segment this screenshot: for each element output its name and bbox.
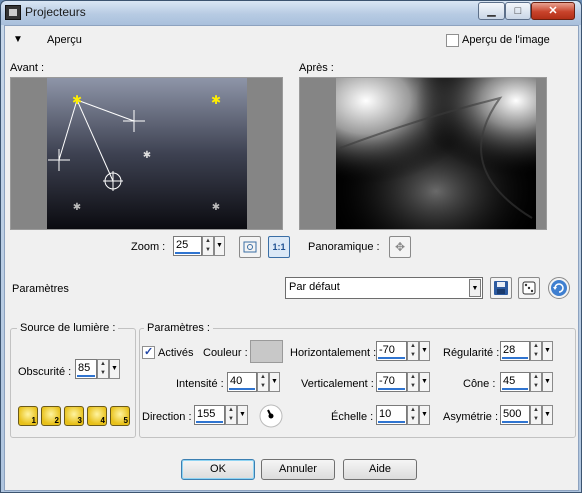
horizontal-stepper[interactable]: ▲ ▼ bbox=[407, 341, 419, 361]
light-icon: ✱ bbox=[211, 93, 221, 107]
darkness-dropdown-arrow[interactable]: ▼ bbox=[109, 359, 120, 379]
pan-icon[interactable]: ✥ bbox=[389, 236, 411, 258]
active-label[interactable]: Activés bbox=[158, 347, 193, 359]
light-preset-4-icon[interactable]: 4 bbox=[87, 406, 107, 426]
regularity-input[interactable]: 28 bbox=[500, 341, 530, 361]
pan-label: Panoramique : bbox=[308, 241, 380, 253]
direction-dial-icon[interactable] bbox=[259, 404, 283, 428]
asymmetry-label: Asymétrie : bbox=[443, 411, 499, 423]
scale-stepper[interactable]: ▲ ▼ bbox=[407, 405, 419, 425]
light-icon: ✱ bbox=[143, 150, 151, 161]
regularity-stepper[interactable]: ▲ ▼ bbox=[530, 341, 542, 361]
intensity-stepper[interactable]: ▲ ▼ bbox=[257, 372, 269, 392]
zoom-input[interactable]: 25 bbox=[173, 236, 202, 256]
scale-label: Échelle : bbox=[331, 411, 374, 423]
vertical-stepper[interactable]: ▲ ▼ bbox=[407, 372, 419, 392]
asymmetry-input[interactable]: 500 bbox=[500, 405, 530, 425]
cancel-button[interactable]: Annuler bbox=[261, 459, 335, 480]
scale-spinner[interactable]: 10 ▲ ▼ ▼ bbox=[376, 405, 432, 425]
preview-section-label[interactable]: Aperçu bbox=[47, 34, 82, 46]
asymmetry-dropdown-arrow[interactable]: ▼ bbox=[542, 405, 553, 425]
app-icon bbox=[5, 5, 21, 20]
intensity-label: Intensité : bbox=[176, 378, 224, 390]
scale-dropdown-arrow[interactable]: ▼ bbox=[419, 405, 430, 425]
color-swatch[interactable] bbox=[250, 340, 283, 363]
close-button[interactable]: ✕ bbox=[531, 2, 575, 20]
image-preview-label[interactable]: Aperçu de l'image bbox=[462, 34, 550, 46]
vertical-input[interactable]: -70 bbox=[376, 372, 407, 392]
intensity-input[interactable]: 40 bbox=[227, 372, 257, 392]
color-label: Couleur : bbox=[203, 347, 248, 359]
light-preset-3-icon[interactable]: 3 bbox=[64, 406, 84, 426]
horizontal-input[interactable]: -70 bbox=[376, 341, 407, 361]
maximize-button[interactable]: □ bbox=[505, 2, 531, 20]
ok-button[interactable]: OK bbox=[181, 459, 255, 480]
before-preview-canvas[interactable]: ✱ ✱ ✱ ✱ ✱ bbox=[11, 78, 282, 229]
direction-input[interactable]: 155 bbox=[194, 405, 225, 425]
direction-dropdown-arrow[interactable]: ▼ bbox=[237, 405, 248, 425]
horizontal-spinner[interactable]: -70 ▲ ▼ ▼ bbox=[376, 341, 432, 361]
darkness-label: Obscurité : bbox=[18, 366, 72, 378]
direction-stepper[interactable]: ▲ ▼ bbox=[225, 405, 237, 425]
zoom-label: Zoom : bbox=[131, 241, 166, 253]
asymmetry-stepper[interactable]: ▲ ▼ bbox=[530, 405, 542, 425]
dice-icon[interactable] bbox=[518, 277, 540, 299]
undo-icon[interactable] bbox=[548, 277, 570, 299]
direction-label: Direction : bbox=[142, 411, 192, 423]
cone-label: Cône : bbox=[463, 378, 496, 390]
regularity-label: Régularité : bbox=[443, 347, 500, 359]
active-checkbox[interactable] bbox=[142, 345, 155, 359]
help-button[interactable]: Aide bbox=[343, 459, 417, 480]
vertical-spinner[interactable]: -70 ▲ ▼ ▼ bbox=[376, 372, 432, 392]
minimize-button[interactable]: ▁ bbox=[478, 2, 505, 20]
collapse-arrow-icon[interactable]: ▼ bbox=[13, 34, 23, 45]
intensity-spinner[interactable]: 40 ▲ ▼ ▼ bbox=[227, 372, 282, 392]
cone-input[interactable]: 45 bbox=[500, 372, 530, 392]
vertical-label: Verticalement : bbox=[301, 378, 374, 390]
dialog-client: ▼ Aperçu Aperçu de l'image Avant : Après… bbox=[4, 25, 579, 491]
horizontal-dropdown-arrow[interactable]: ▼ bbox=[419, 341, 430, 361]
light-icon: ✱ bbox=[212, 202, 220, 213]
scale-input[interactable]: 10 bbox=[376, 405, 407, 425]
regularity-dropdown-arrow[interactable]: ▼ bbox=[542, 341, 553, 361]
light-icon: ✱ bbox=[73, 202, 81, 213]
zoom-dropdown-arrow[interactable]: ▼ bbox=[214, 236, 225, 256]
cone-spinner[interactable]: 45 ▲ ▼ ▼ bbox=[500, 372, 555, 392]
light-preset-1-icon[interactable]: 1 bbox=[18, 406, 38, 426]
preset-select[interactable]: Par défaut ▼ bbox=[285, 277, 483, 299]
after-label: Après : bbox=[299, 62, 334, 74]
before-preview[interactable]: ✱ ✱ ✱ ✱ ✱ bbox=[10, 77, 283, 230]
direction-spinner[interactable]: 155 ▲ ▼ ▼ bbox=[194, 405, 250, 425]
after-preview-canvas bbox=[300, 78, 546, 229]
light-preset-2-icon[interactable]: 2 bbox=[41, 406, 61, 426]
light-preset-5-icon[interactable]: 5 bbox=[110, 406, 130, 426]
asymmetry-spinner[interactable]: 500 ▲ ▼ ▼ bbox=[500, 405, 555, 425]
save-icon[interactable] bbox=[490, 277, 512, 299]
intensity-dropdown-arrow[interactable]: ▼ bbox=[269, 372, 280, 392]
darkness-spinner[interactable]: 85 ▲ ▼ ▼ bbox=[75, 359, 121, 379]
preset-selected-value: Par défaut bbox=[289, 281, 340, 293]
darkness-input[interactable]: 85 bbox=[75, 359, 97, 379]
darkness-stepper[interactable]: ▲ ▼ bbox=[97, 359, 109, 379]
vertical-dropdown-arrow[interactable]: ▼ bbox=[419, 372, 430, 392]
image-preview-checkbox[interactable] bbox=[446, 34, 459, 47]
chevron-down-icon[interactable]: ▼ bbox=[469, 279, 481, 297]
active-light-icon: ✱ bbox=[72, 93, 82, 107]
window-title: Projecteurs bbox=[25, 5, 86, 19]
title-bar[interactable]: Projecteurs ▁ □ ✕ bbox=[1, 1, 581, 25]
cone-dropdown-arrow[interactable]: ▼ bbox=[542, 372, 553, 392]
horizontal-label: Horizontalement : bbox=[290, 347, 377, 359]
fit-window-icon[interactable] bbox=[239, 236, 261, 258]
presets-label: Paramètres bbox=[12, 283, 69, 295]
zoom-stepper[interactable]: ▲ ▼ bbox=[202, 236, 214, 256]
parameters-title: Paramètres : bbox=[144, 322, 213, 334]
before-label: Avant : bbox=[10, 62, 45, 74]
light-source-title: Source de lumière : bbox=[17, 322, 119, 334]
regularity-spinner[interactable]: 28 ▲ ▼ ▼ bbox=[500, 341, 555, 361]
actual-size-icon[interactable]: 1:1 bbox=[268, 236, 290, 258]
zoom-spinner[interactable]: 25 ▲ ▼ ▼ bbox=[173, 236, 227, 256]
after-preview bbox=[299, 77, 547, 230]
dialog-window: Projecteurs ▁ □ ✕ ▼ Aperçu Aperçu de l'i… bbox=[0, 0, 582, 493]
cone-stepper[interactable]: ▲ ▼ bbox=[530, 372, 542, 392]
